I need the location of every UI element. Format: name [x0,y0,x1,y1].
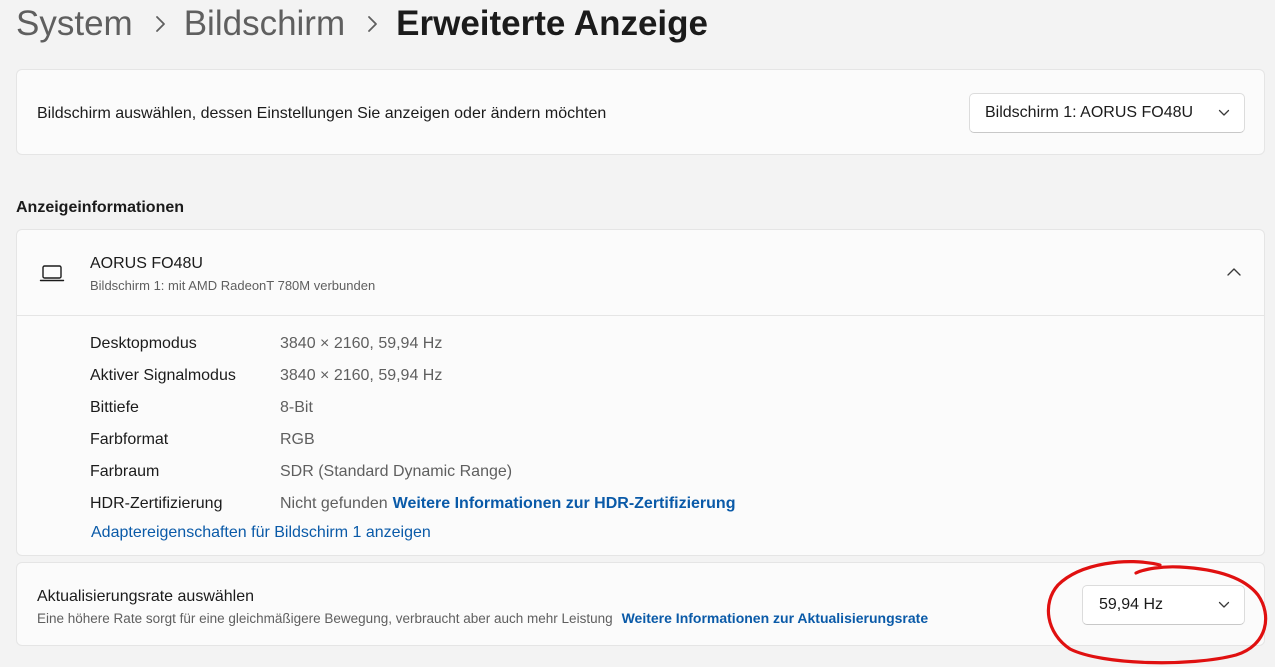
info-value: RGB [280,431,315,448]
refresh-rate-dropdown-value: 59,94 Hz [1099,596,1164,613]
refresh-rate-description: Eine höhere Rate sorgt für eine gleichmä… [37,611,613,626]
info-row-desktop-mode: Desktopmodus 3840 × 2160, 59,94 Hz [90,328,735,360]
info-row-bit-depth: Bittiefe 8-Bit [90,392,735,424]
chevron-up-icon[interactable] [1226,267,1242,277]
refresh-rate-info-link[interactable]: Weitere Informationen zur Aktualisierung… [622,610,929,626]
chevron-down-icon [1218,109,1230,116]
hdr-info-link[interactable]: Weitere Informationen zur HDR-Zertifizie… [393,495,736,513]
breadcrumb-bildschirm[interactable]: Bildschirm [184,4,345,44]
monitor-dropdown[interactable]: Bildschirm 1: AORUS FO48U [969,93,1245,133]
info-row-color-space: Farbraum SDR (Standard Dynamic Range) [90,456,735,488]
refresh-rate-description-line: Eine höhere Rate sorgt für eine gleichmä… [37,610,928,626]
info-row-active-signal-mode: Aktiver Signalmodus 3840 × 2160, 59,94 H… [90,360,735,392]
info-value: SDR (Standard Dynamic Range) [280,463,513,480]
display-name: AORUS FO48U [90,255,203,272]
display-info-header[interactable]: AORUS FO48U Bildschirm 1: mit AMD Radeon… [17,230,1264,316]
chevron-down-icon [1218,601,1230,608]
info-key: Farbformat [90,431,169,448]
info-key: Desktopmodus [90,335,197,352]
adapter-properties-link[interactable]: Adaptereigenschaften für Bildschirm 1 an… [91,524,431,542]
section-title-display-info: Anzeigeinformationen [16,199,185,216]
monitor-select-card: Bildschirm auswählen, dessen Einstellung… [16,69,1265,155]
chevron-right-icon [155,15,166,33]
info-key: HDR-Zertifizierung [90,495,223,512]
info-key: Bittiefe [90,399,139,416]
info-value: Nicht gefunden [280,495,388,512]
refresh-rate-title: Aktualisierungsrate auswählen [37,588,255,605]
breadcrumb: System Bildschirm Erweiterte Anzeige [16,2,708,46]
chevron-right-icon [367,15,378,33]
monitor-select-label: Bildschirm auswählen, dessen Einstellung… [37,105,607,122]
breadcrumb-system[interactable]: System [16,4,133,44]
info-value: 3840 × 2160, 59,94 Hz [280,367,443,384]
page-title: Erweiterte Anzeige [396,4,708,43]
display-info-rows: Desktopmodus 3840 × 2160, 59,94 Hz Aktiv… [90,328,735,520]
info-key: Farbraum [90,463,160,480]
info-value: 8-Bit [280,399,313,416]
advanced-display-page: System Bildschirm Erweiterte Anzeige Bil… [0,0,1275,667]
info-value: 3840 × 2160, 59,94 Hz [280,335,443,352]
refresh-rate-dropdown[interactable]: 59,94 Hz [1082,585,1245,625]
info-row-color-format: Farbformat RGB [90,424,735,456]
display-subtitle: Bildschirm 1: mit AMD RadeonT 780M verbu… [90,278,376,293]
info-row-hdr-certification: HDR-Zertifizierung Nicht gefunden Weiter… [90,488,735,520]
monitor-dropdown-value: Bildschirm 1: AORUS FO48U [985,104,1194,121]
laptop-icon [39,265,65,282]
info-key: Aktiver Signalmodus [90,367,236,384]
refresh-rate-card: Aktualisierungsrate auswählen Eine höher… [16,562,1265,646]
display-info-card: AORUS FO48U Bildschirm 1: mit AMD Radeon… [16,229,1265,556]
